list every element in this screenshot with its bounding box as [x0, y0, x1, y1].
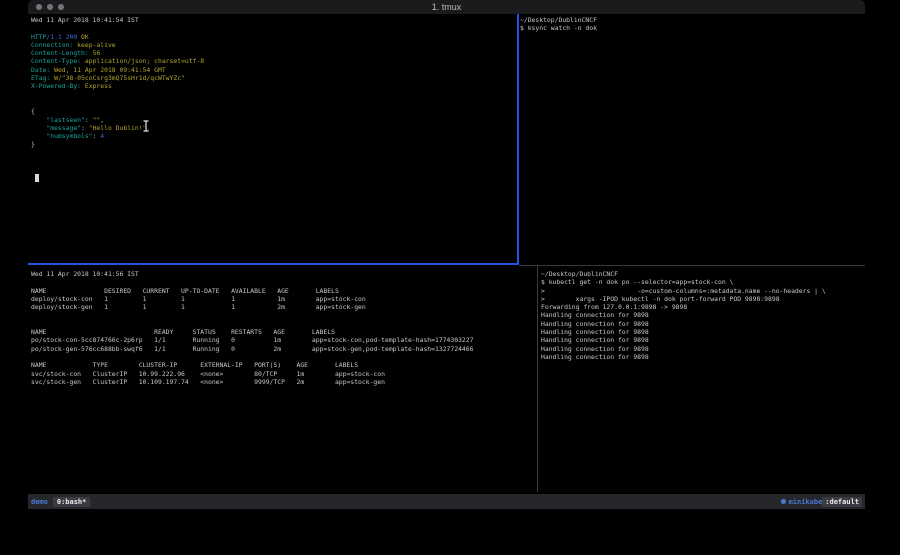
terminal-line — [31, 157, 514, 165]
terminal-line: Handling connection for 9898 — [541, 328, 861, 336]
terminal-line: Date: Wed, 11 Apr 2018 09:41:54 GMT — [31, 66, 514, 74]
window-tab-current[interactable]: 0:bash* — [53, 497, 91, 507]
pane-http-response[interactable]: Wed 11 Apr 2018 10:41:54 IST HTTP/1.1 20… — [31, 16, 514, 262]
terminal-line: Content-Type: application/json; charset=… — [31, 57, 514, 65]
terminal-line — [31, 149, 514, 157]
terminal-line: > xargs -IPOD kubectl -n dok port-forwar… — [541, 295, 861, 303]
terminal-line: Wed 11 Apr 2018 10:41:54 IST — [31, 16, 514, 24]
status-right: minikube :default — [781, 497, 862, 507]
kubernetes-helm-icon — [781, 499, 786, 504]
terminal-line: svc/stock-gen ClusterIP 10.109.197.74 <n… — [31, 378, 533, 386]
terminal-line — [31, 174, 514, 182]
pane-border-vertical[interactable] — [537, 266, 538, 492]
terminal-line: X-Powered-By: Express — [31, 82, 514, 90]
terminal-line — [31, 91, 514, 99]
terminal-window: 1. tmux Wed 11 Apr 2018 10:41:54 IST HTT… — [28, 0, 865, 509]
kube-context-cluster: minikube — [789, 498, 823, 506]
terminal-line: $ ksync watch -n dok — [520, 24, 860, 32]
terminal-line — [31, 311, 533, 319]
pane-border-horizontal[interactable] — [519, 265, 865, 266]
terminal-line: Connection: keep-alive — [31, 41, 514, 49]
terminal-line: NAME READY STATUS RESTARTS AGE LABELS — [31, 328, 533, 336]
terminal-line: Handling connection for 9898 — [541, 336, 861, 344]
window-title: 1. tmux — [28, 0, 865, 14]
terminal-line — [31, 278, 533, 286]
terminal-line: svc/stock-con ClusterIP 10.99.222.96 <no… — [31, 370, 533, 378]
pane-kubectl-get[interactable]: Wed 11 Apr 2018 10:41:56 IST NAME DESIRE… — [31, 270, 533, 492]
terminal-line: Handling connection for 9898 — [541, 320, 861, 328]
terminal-line: deploy/stock-gen 1 1 1 1 2m app=stock-ge… — [31, 303, 533, 311]
terminal-line: Forwarding from 127.0.0.1:9898 -> 9898 — [541, 303, 861, 311]
mouse-ibeam-cursor — [142, 120, 150, 132]
title-bar[interactable]: 1. tmux — [28, 0, 865, 14]
terminal-line: { — [31, 107, 514, 115]
terminal-line: ~/Desktop/DublinCNCF — [541, 270, 861, 278]
terminal-line: "message": "Hello Dublin!", — [31, 124, 514, 132]
terminal-line: Wed 11 Apr 2018 10:41:56 IST — [31, 270, 533, 278]
terminal-line: Handling connection for 9898 — [541, 353, 861, 361]
terminal-line: Content-Length: 56 — [31, 49, 514, 57]
active-pane-border-vertical[interactable] — [517, 14, 519, 265]
terminal-line: NAME DESIRED CURRENT UP-TO-DATE AVAILABL… — [31, 287, 533, 295]
terminal-line: "numsymbols": 4 — [31, 132, 514, 140]
terminal-line: po/stock-con-5cc874766c-2p6rp 1/1 Runnin… — [31, 336, 533, 344]
terminal-line: $ kubectl get -n dok po --selector=app=s… — [541, 278, 861, 286]
pane-port-forward[interactable]: ~/Desktop/DublinCNCF$ kubectl get -n dok… — [541, 270, 861, 492]
terminal-line — [31, 353, 533, 361]
terminal-line — [31, 320, 533, 328]
terminal-line: ~/Desktop/DublinCNCF — [520, 16, 860, 24]
active-pane-border-horizontal[interactable] — [28, 263, 519, 265]
terminal-body: Wed 11 Apr 2018 10:41:54 IST HTTP/1.1 20… — [28, 14, 865, 494]
terminal-line — [31, 99, 514, 107]
kube-context-namespace: :default — [822, 497, 862, 507]
terminal-line: "lastseen": "", — [31, 116, 514, 124]
terminal-line: > -o=custom-columns=:metadata.name --no-… — [541, 287, 861, 295]
terminal-line: HTTP/1.1 200 OK — [31, 33, 514, 41]
pane-ksync-watch[interactable]: ~/Desktop/DublinCNCF$ ksync watch -n dok — [520, 16, 860, 262]
terminal-line: } — [31, 140, 514, 148]
terminal-line: NAME TYPE CLUSTER-IP EXTERNAL-IP PORT(S)… — [31, 361, 533, 369]
terminal-line — [31, 165, 514, 173]
terminal-line: deploy/stock-con 1 1 1 1 1m app=stock-co… — [31, 295, 533, 303]
terminal-line: po/stock-gen-576cc688bb-swqf6 1/1 Runnin… — [31, 345, 533, 353]
desktop: 1. tmux Wed 11 Apr 2018 10:41:54 IST HTT… — [0, 0, 900, 555]
session-name[interactable]: demo — [31, 498, 48, 506]
terminal-line: Handling connection for 9898 — [541, 345, 861, 353]
tmux-status-bar: demo 0:bash* minikube :default — [28, 494, 865, 509]
terminal-line — [31, 24, 514, 32]
terminal-line: ETag: W/"38-05coCsrg3mQ75sHr1d/qcWTwYZc" — [31, 74, 514, 82]
terminal-line: Handling connection for 9898 — [541, 311, 861, 319]
